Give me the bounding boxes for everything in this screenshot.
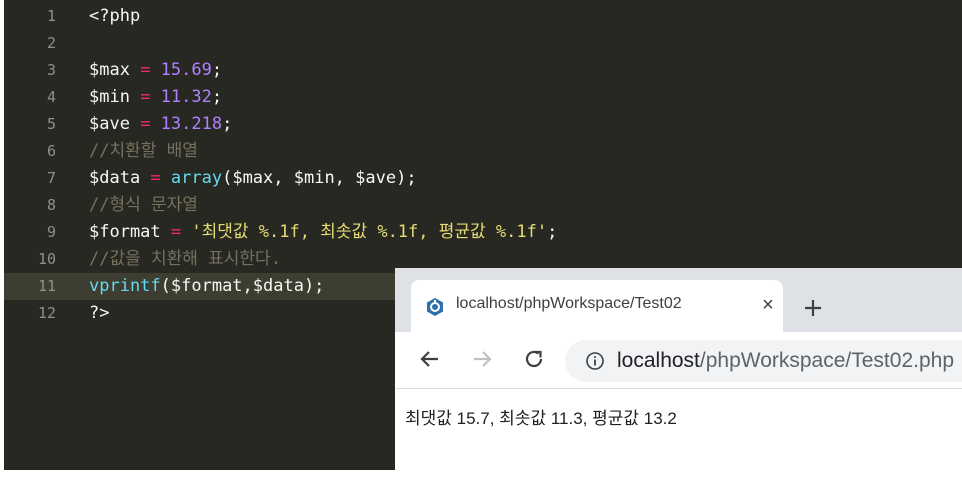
code-token: =: [129, 87, 161, 107]
line-number: 6: [46, 142, 56, 160]
code-token: '최댓값 %.1f, 최솟값 %.1f, 평균값 %.1f': [191, 222, 548, 242]
code-token: $ave: [89, 114, 130, 134]
code-token: ;: [211, 87, 223, 107]
address-bar[interactable]: localhost/phpWorkspace/Test02.php: [565, 340, 962, 382]
code-token: ;: [211, 60, 223, 80]
code-text: $data = array($max, $min, $ave);: [89, 165, 417, 192]
code-line[interactable]: 9 $format = '최댓값 %.1f, 최솟값 %.1f, 평균값 %.1f…: [4, 219, 962, 246]
code-token: ($format,$data);: [160, 276, 325, 296]
code-token: $max: [89, 60, 130, 80]
code-token: 11.32: [160, 87, 212, 107]
url-path: /phpWorkspace/Test02.php: [699, 349, 954, 372]
code-token: ;: [222, 114, 233, 134]
code-token: 15.69: [160, 60, 212, 80]
url-host: localhost: [617, 349, 700, 372]
line-number: 11: [37, 277, 56, 295]
back-arrow-icon[interactable]: [417, 346, 443, 372]
code-text: vprintf($format,$data);: [89, 273, 324, 300]
code-line[interactable]: 8 //형식 문자열: [4, 192, 962, 219]
code-line[interactable]: 6 //치환할 배열: [4, 138, 962, 165]
close-tab-icon[interactable]: ×: [759, 294, 777, 316]
line-number: 8: [46, 196, 56, 214]
code-text: $max = 15.69;: [89, 57, 222, 84]
code-line[interactable]: 3 $max = 15.69;: [4, 57, 962, 84]
code-token: $format: [89, 222, 161, 242]
code-token: //치환할 배열: [89, 141, 198, 161]
tab-title: localhost/phpWorkspace/Test02: [456, 295, 682, 312]
line-number: 2: [46, 34, 56, 52]
url-text[interactable]: localhost/phpWorkspace/Test02.php: [617, 349, 954, 373]
code-token: 13.218: [160, 114, 223, 134]
code-token: $data: [89, 168, 141, 188]
code-token: =: [140, 168, 171, 188]
code-token: ;: [547, 222, 558, 242]
line-number: 3: [46, 61, 56, 79]
code-token: vprintf: [89, 276, 161, 296]
code-line[interactable]: 1 <?php: [4, 3, 962, 30]
code-text: //형식 문자열: [89, 192, 198, 219]
code-line[interactable]: 7 $data = array($max, $min, $ave);: [4, 165, 962, 192]
code-line[interactable]: 5 $ave = 13.218;: [4, 111, 962, 138]
code-line[interactable]: 4 $min = 11.32;: [4, 84, 962, 111]
code-text: $ave = 13.218;: [89, 111, 232, 138]
code-line[interactable]: 2: [4, 30, 962, 57]
browser-tab[interactable]: localhost/phpWorkspace/Test02 ×: [411, 280, 783, 332]
code-token: =: [160, 222, 192, 242]
new-tab-plus-icon[interactable]: [800, 295, 826, 321]
line-number: 5: [46, 115, 56, 133]
code-text: //값을 치환해 표시한다.: [89, 246, 281, 273]
code-token: //값을 치환해 표시한다.: [89, 249, 281, 269]
code-text: //치환할 배열: [89, 138, 198, 165]
code-token: =: [129, 114, 161, 134]
code-text: $min = 11.32;: [89, 84, 222, 111]
code-token: ?>: [89, 303, 110, 323]
line-number: 12: [37, 304, 56, 322]
line-number: 10: [37, 250, 56, 268]
code-text: ?>: [89, 300, 109, 327]
code-token: $min: [89, 87, 130, 107]
code-token: =: [129, 60, 161, 80]
code-token: ($max, $min, $ave);: [222, 168, 417, 188]
tab-strip: localhost/phpWorkspace/Test02 ×: [395, 268, 962, 332]
line-number: 1: [46, 7, 56, 25]
reload-icon[interactable]: [521, 346, 547, 372]
code-token: array: [170, 168, 223, 188]
line-number: 4: [46, 88, 56, 106]
site-info-icon[interactable]: [585, 351, 605, 371]
page-content: 최댓값 15.7, 최솟값 11.3, 평균값 13.2: [395, 389, 962, 470]
forward-arrow-icon[interactable]: [469, 346, 495, 372]
line-number: 7: [46, 169, 56, 187]
line-number: 9: [46, 223, 56, 241]
code-text: <?php: [89, 3, 140, 30]
php-output-text: 최댓값 15.7, 최솟값 11.3, 평균값 13.2: [405, 409, 677, 428]
code-text: $format = '최댓값 %.1f, 최솟값 %.1f, 평균값 %.1f'…: [89, 219, 557, 246]
browser-toolbar: localhost/phpWorkspace/Test02.php: [395, 332, 962, 389]
browser-window: localhost/phpWorkspace/Test02 × localhos…: [395, 268, 962, 470]
code-token: <?php: [89, 6, 141, 26]
site-favicon-icon: [427, 298, 443, 316]
code-token: //형식 문자열: [89, 195, 198, 215]
